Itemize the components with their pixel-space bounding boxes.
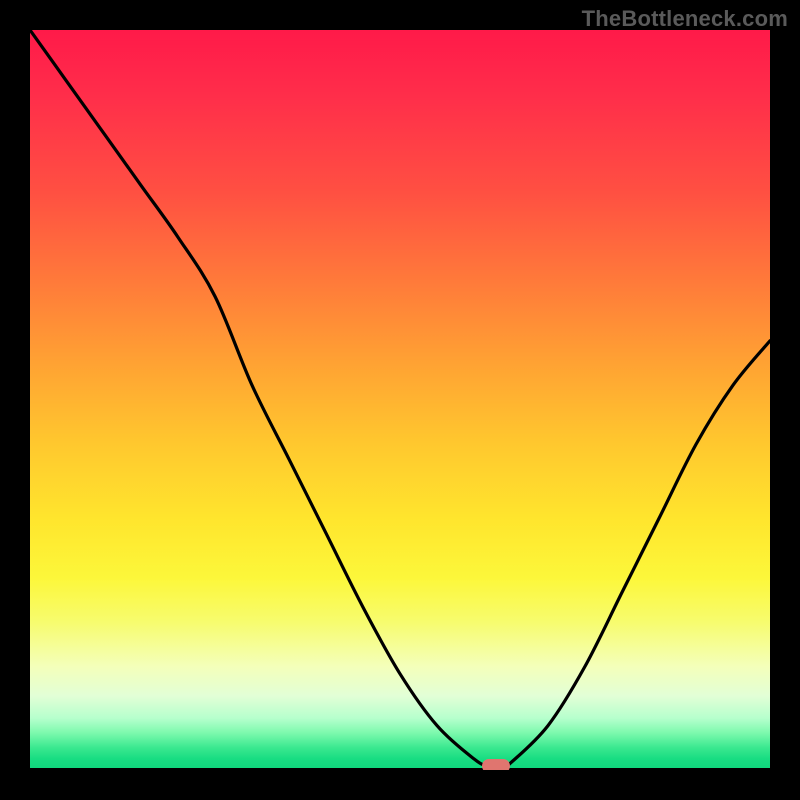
bottleneck-curve	[30, 30, 770, 767]
watermark-text: TheBottleneck.com	[582, 6, 788, 32]
plot-area	[30, 30, 770, 770]
chart-frame: TheBottleneck.com	[0, 0, 800, 800]
curve-svg	[30, 30, 770, 770]
optimal-point-marker	[482, 759, 510, 770]
x-axis-baseline	[30, 768, 770, 770]
